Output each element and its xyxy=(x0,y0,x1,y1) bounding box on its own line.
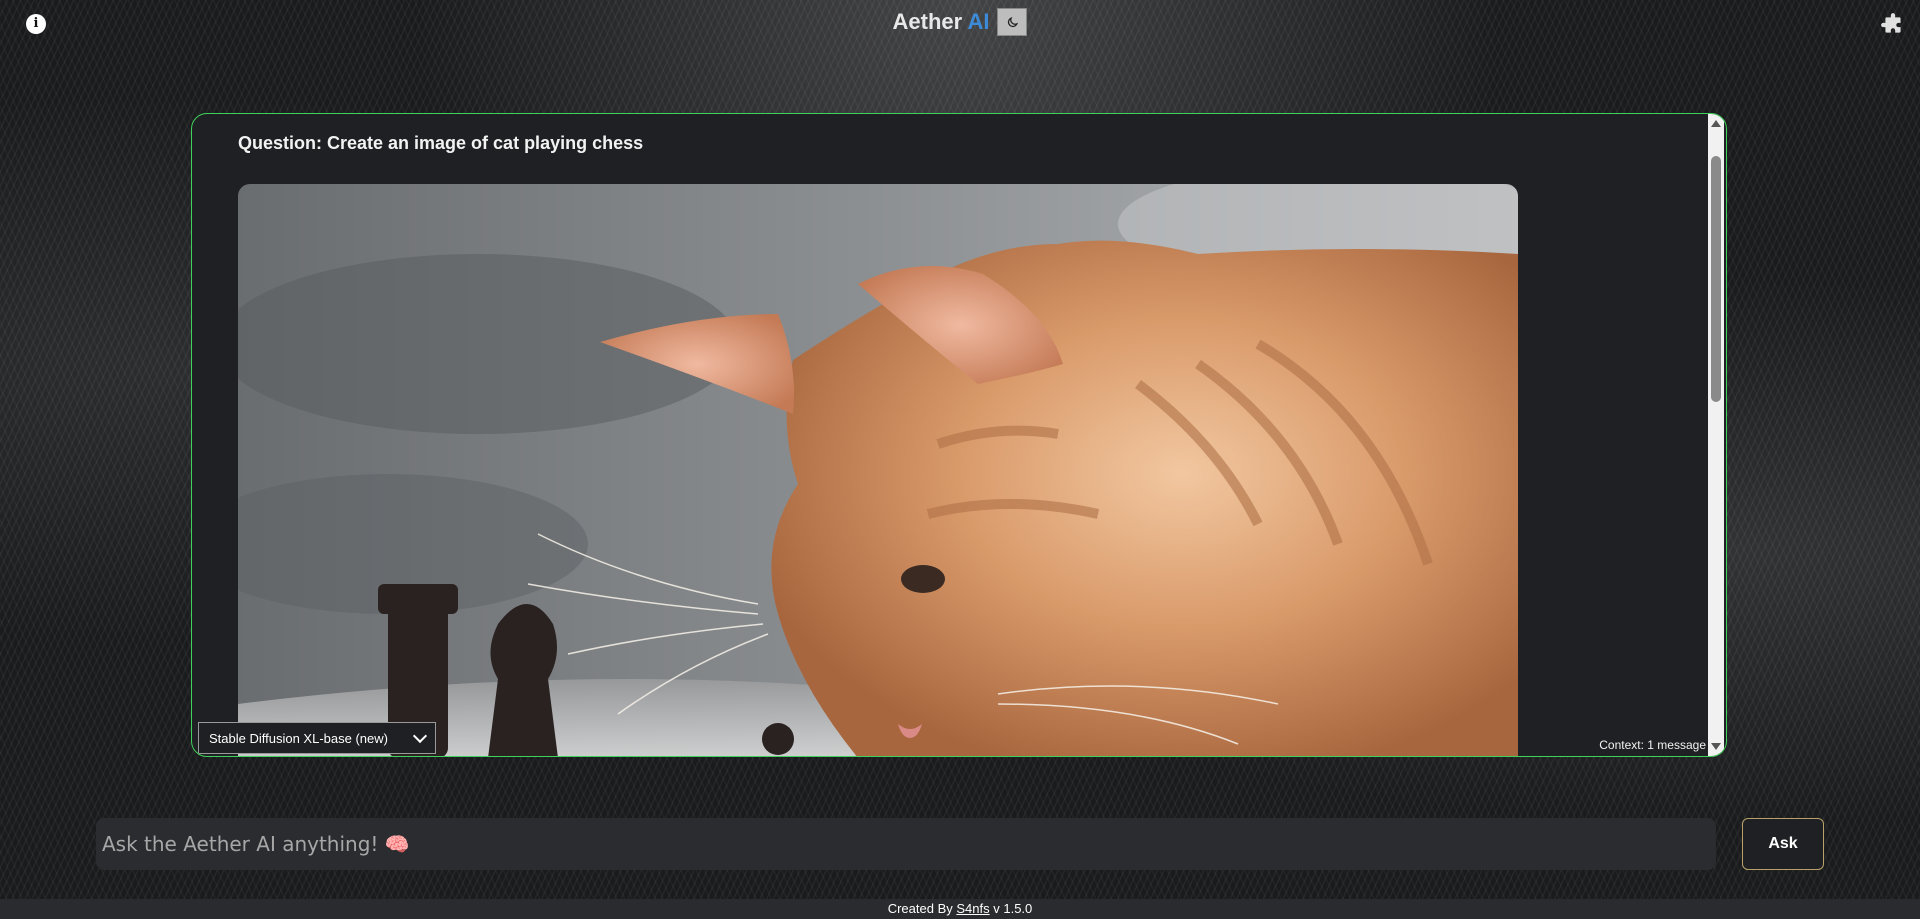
scroll-thumb[interactable] xyxy=(1711,156,1721,402)
context-counter: Context: 1 message xyxy=(1599,738,1706,752)
generated-image xyxy=(238,184,1518,756)
footer-created-by: Created By xyxy=(887,901,953,916)
brand-name: Aether xyxy=(892,9,963,34)
scroll-down-icon[interactable] xyxy=(1711,743,1721,750)
scroll-up-icon[interactable] xyxy=(1711,120,1721,127)
footer-version: v 1.5.0 xyxy=(993,901,1033,916)
ask-button[interactable]: Ask xyxy=(1742,818,1824,870)
app-header: Aether AI xyxy=(0,8,1920,36)
model-select[interactable]: Stable Diffusion XL-base (new) xyxy=(198,722,436,754)
model-select-value: Stable Diffusion XL-base (new) xyxy=(209,730,388,746)
ask-input[interactable] xyxy=(96,818,1716,870)
chat-panel: Question: Create an image of cat playing… xyxy=(191,113,1727,757)
moon-icon xyxy=(1007,16,1019,27)
app-title: Aether AI xyxy=(893,9,990,35)
puzzle-piece-icon[interactable] xyxy=(1880,12,1906,38)
footer: Created By S4nfs v 1.5.0 xyxy=(0,899,1920,919)
chat-scrollbar[interactable] xyxy=(1708,114,1724,756)
footer-author-link[interactable]: S4nfs xyxy=(956,901,989,916)
brand-accent: AI xyxy=(967,9,990,34)
chevron-down-icon xyxy=(412,728,428,744)
theme-toggle-button[interactable] xyxy=(997,8,1028,36)
question-text: Question: Create an image of cat playing… xyxy=(238,133,644,153)
